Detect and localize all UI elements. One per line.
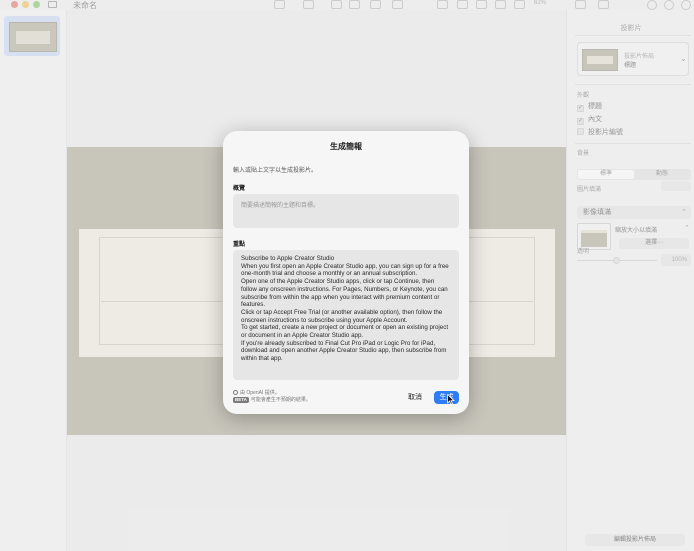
key-point-line: Click or tap Accept Free Trial (or anoth… bbox=[241, 308, 443, 324]
key-point-line: Subscribe to Apple Creator Studio bbox=[241, 255, 335, 262]
beta-line: BETA 可能會產生不預期的結果。 bbox=[233, 397, 311, 403]
generate-presentation-dialog: 生成簡報 輸入或貼上文字以生成投影片。 概覽 重點 Subscribe to A… bbox=[223, 131, 469, 414]
dialog-footer-note: 由 OpenAI 提供。 BETA 可能會產生不預期的結果。 bbox=[233, 390, 311, 404]
key-points-textarea[interactable]: Subscribe to Apple Creator Studio When y… bbox=[233, 250, 459, 380]
key-point-line: Open one of the Apple Creator Studio app… bbox=[241, 278, 448, 309]
openai-icon bbox=[233, 390, 238, 395]
powered-by-line: 由 OpenAI 提供。 bbox=[233, 390, 311, 397]
key-point-line: If you're already subscribed to Final Cu… bbox=[241, 339, 447, 363]
key-point-line: To get started, create a new project or … bbox=[241, 324, 449, 340]
dialog-instruction: 輸入或貼上文字以生成投影片。 bbox=[233, 168, 318, 174]
summary-label: 概覽 bbox=[233, 186, 246, 192]
mouse-pointer-icon bbox=[447, 394, 455, 405]
beta-badge: BETA bbox=[233, 397, 249, 403]
key-points-label: 重點 bbox=[233, 242, 246, 248]
cancel-button[interactable]: 取消 bbox=[404, 391, 426, 404]
dialog-title: 生成簡報 bbox=[330, 142, 362, 151]
key-point-line: When you first open an Apple Creator Stu… bbox=[241, 262, 449, 278]
summary-input[interactable] bbox=[233, 194, 459, 228]
